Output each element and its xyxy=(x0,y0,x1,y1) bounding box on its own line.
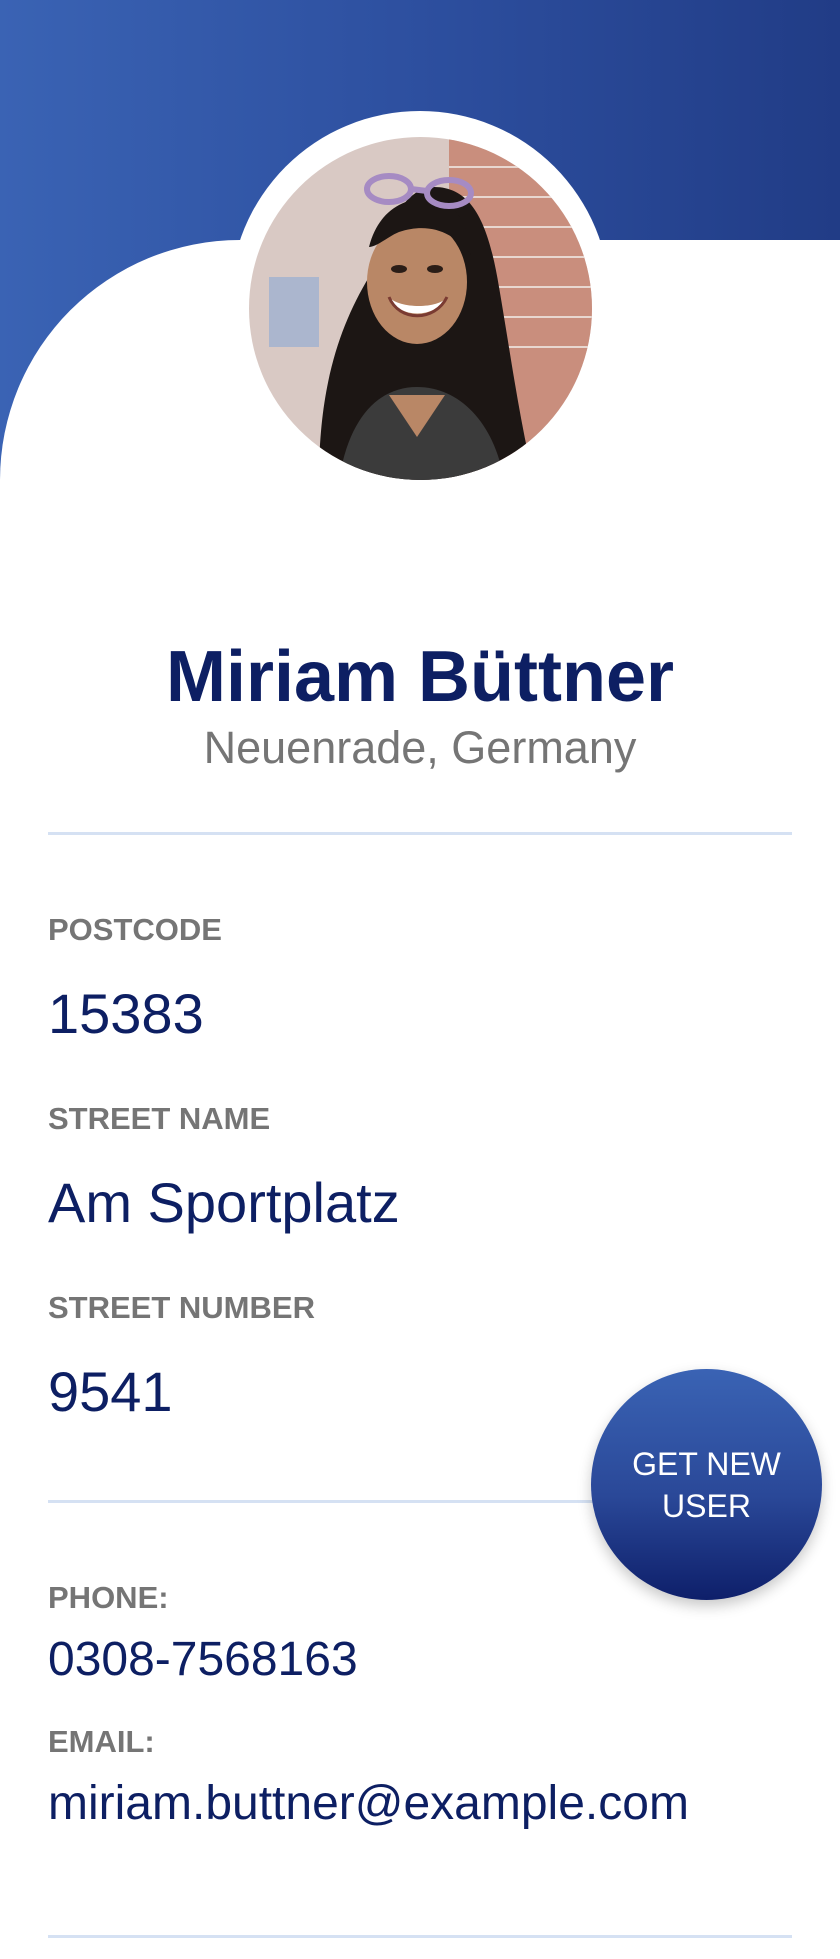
street-name-label: STREET NAME xyxy=(48,1101,271,1136)
avatar xyxy=(249,137,592,480)
divider-top xyxy=(48,832,792,835)
email-label: EMAIL: xyxy=(48,1724,155,1759)
user-portrait-icon xyxy=(249,137,592,480)
street-number-label: STREET NUMBER xyxy=(48,1290,315,1325)
user-location: Neuenrade, Germany xyxy=(203,722,637,773)
phone-value: 0308-7568163 xyxy=(48,1633,358,1686)
postcode-value: 15383 xyxy=(48,982,204,1045)
user-name: Miriam Büttner xyxy=(165,637,675,717)
divider-bottom xyxy=(48,1935,792,1938)
street-number-value: 9541 xyxy=(48,1360,173,1423)
phone-label: PHONE: xyxy=(48,1580,169,1615)
street-name-value: Am Sportplatz xyxy=(48,1171,400,1234)
postcode-label: POSTCODE xyxy=(48,912,222,947)
get-new-user-button[interactable]: GET NEW USER xyxy=(591,1369,822,1600)
email-value: miriam.buttner@example.com xyxy=(48,1777,689,1830)
